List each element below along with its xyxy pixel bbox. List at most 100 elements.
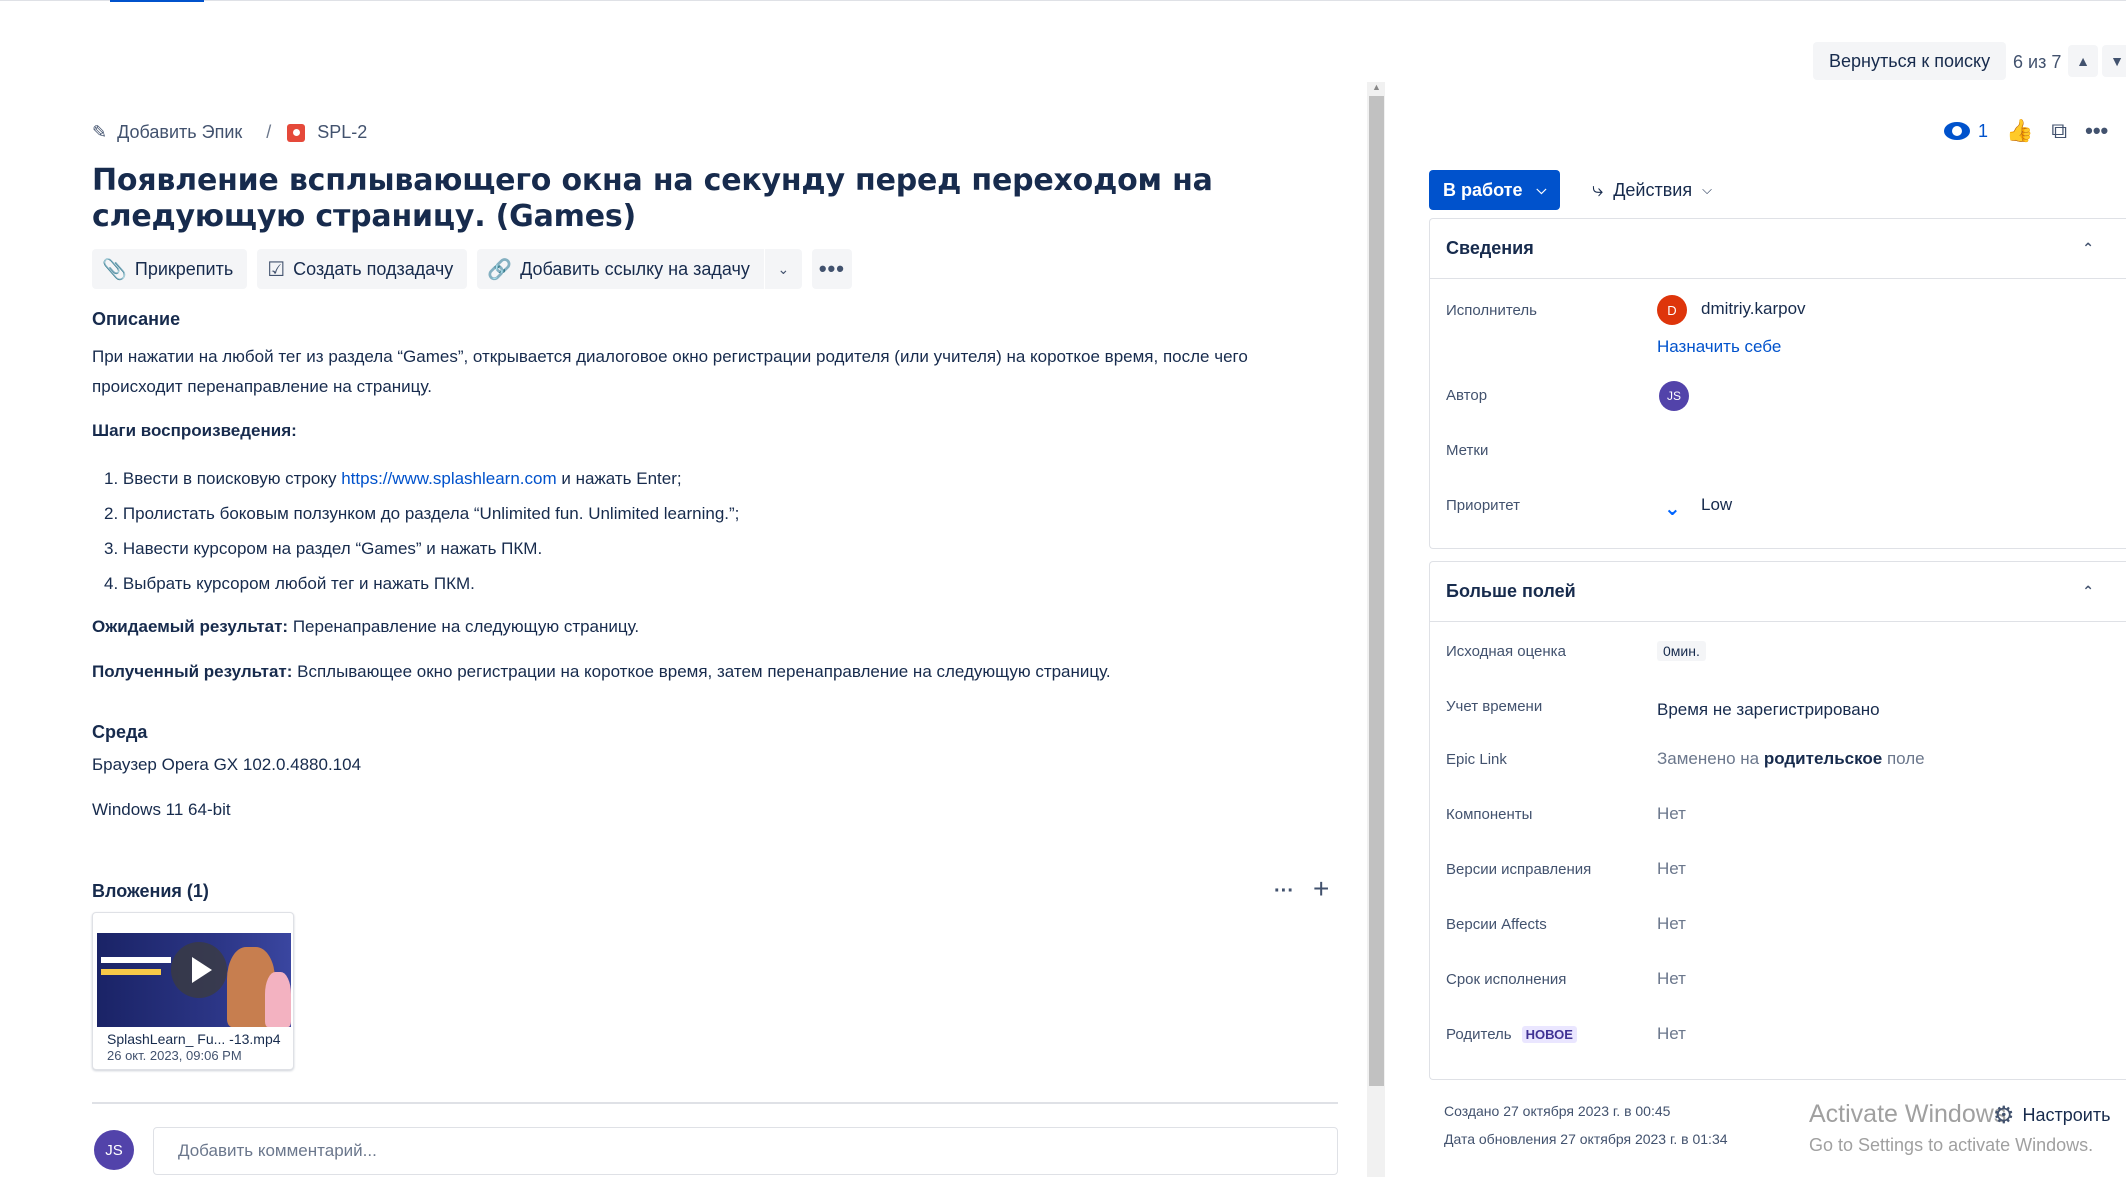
more-actions-button[interactable]: ••• [811,249,852,289]
more-fields-heading: Больше полей [1446,581,1576,601]
components-value[interactable]: Нет [1657,804,1686,824]
lightning-icon: ⤷ [1592,178,1604,201]
thumbnail-child-figure [265,972,291,1027]
expected-result-label: Ожидаемый результат: [92,617,289,636]
status-button[interactable]: В работе ⌵ [1429,170,1561,210]
link-dropdown-button[interactable]: ⌄ [763,249,802,289]
more-fields-panel: Больше полей ⌃ [1429,561,2126,1080]
epic-link-text-end: поле [1882,749,1925,768]
actions-label: Действия [1613,179,1693,200]
back-to-search-button[interactable]: Вернуться к поиску [1813,42,2007,80]
chevron-up-icon[interactable]: ⌃ [2082,583,2094,600]
environment-browser[interactable]: Браузер Opera GX 102.0.4880.104 [92,750,361,780]
description-text[interactable]: При нажатии на любой тег из раздела “Gam… [92,342,1332,402]
link-icon: 🔗 [487,258,513,281]
bug-icon [287,123,306,142]
due-date-value[interactable]: Нет [1657,969,1686,989]
watchers-count: 1 [1978,120,1989,141]
new-badge: НОВОЕ [1521,1026,1577,1043]
breadcrumb-separator: / [266,122,272,142]
status-label: В работе [1443,179,1523,200]
windows-activation-watermark: Activate Windows [1809,1100,2007,1128]
environment-os[interactable]: Windows 11 64-bit [92,795,231,825]
reporter-label: Автор [1446,387,1488,404]
thumbnail-headline [101,957,171,963]
top-border [0,0,2126,1]
description-line-2: происходит перенаправление на страницу. [92,377,432,396]
assignee-name[interactable]: dmitriy.karpov [1701,299,1806,319]
add-attachment-button[interactable]: + [1313,873,1329,905]
step-item: 2. Пролистать боковым ползунком до разде… [104,504,740,523]
chevron-down-icon: ▼ [2110,53,2124,69]
avatar[interactable]: D [1657,295,1687,325]
parent-value[interactable]: Нет [1657,1024,1686,1044]
attachments-more-button[interactable]: ··· [1274,880,1294,903]
thumbs-up-icon[interactable]: 👍 [2006,118,2033,144]
more-icon[interactable]: ••• [2085,118,2108,144]
updated-date: Дата обновления 27 октября 2023 г. в 01:… [1444,1131,1728,1147]
priority-low-icon: ⌄ [1664,498,1681,520]
configure-button[interactable]: ⚙ Настроить [1993,1101,2110,1130]
issue-toolbar: 📎 Прикрепить ☑ Создать подзадачу 🔗 Добав… [92,249,852,289]
next-issue-button[interactable]: ▼ [2102,45,2126,77]
components-label: Компоненты [1446,806,1533,823]
fix-versions-value[interactable]: Нет [1657,859,1686,879]
environment-heading: Среда [92,722,148,742]
splashlearn-link[interactable]: https://www.splashlearn.com [341,469,556,488]
actual-result: Полученный результат: Всплывающее окно р… [92,657,1111,687]
add-epic-link[interactable]: ✎ Добавить Эпик [92,122,242,143]
details-header[interactable]: Сведения ⌃ [1430,219,2126,279]
actions-button[interactable]: ⤷ Действия ⌵ [1582,170,1722,210]
comment-input[interactable]: Добавить комментарий... [153,1127,1338,1175]
time-tracking-value[interactable]: Время не зарегистрировано [1657,700,1880,720]
avatar[interactable]: JS [1659,381,1689,411]
attachment-card[interactable]: SplashLearn_ Fu... -13.mp4 26 окт. 2023,… [92,912,294,1070]
issue-title[interactable]: Появление всплывающего окна на секунду п… [92,163,1352,235]
link-issue-group: 🔗 Добавить ссылку на задачу ⌄ [477,249,802,289]
estimate-value[interactable]: 0мин. [1657,641,1706,661]
avatar: JS [94,1130,134,1170]
priority-value[interactable]: Low [1701,495,1732,515]
chevron-up-icon: ▲ [2076,53,2090,69]
created-date: Создано 27 октября 2023 г. в 00:45 [1444,1103,1671,1119]
affects-versions-value[interactable]: Нет [1657,914,1686,934]
parent-label-text: Родитель [1446,1026,1512,1043]
scrollbar-up-arrow[interactable]: ▲ [1369,82,1384,96]
actual-result-text: Всплывающее окно регистрации на короткое… [292,662,1111,681]
assign-to-me-link[interactable]: Назначить себе [1657,337,1781,357]
attach-button[interactable]: 📎 Прикрепить [92,249,248,289]
steps-list: 1. Ввести в поисковую строку https://www… [104,461,739,601]
pager-indicator: 6 из 7 [2013,52,2062,72]
play-icon[interactable] [171,942,227,998]
steps-heading: Шаги воспроизведения: [92,421,297,440]
thumbnail-subheadline [101,969,161,975]
attach-label: Прикрепить [134,258,234,279]
active-tab-indicator [110,0,204,2]
issue-key-link[interactable]: SPL-2 [287,122,367,143]
configure-label: Настроить [2022,1105,2111,1125]
more-fields-header[interactable]: Больше полей ⌃ [1430,562,2126,622]
scrollbar-thumb[interactable] [1369,96,1384,1086]
thumbnail-navbar [97,917,291,933]
create-subtask-button[interactable]: ☑ Создать подзадачу [257,249,468,289]
affects-versions-label: Версии Affects [1446,916,1547,933]
estimate-label: Исходная оценка [1446,643,1566,660]
pencil-icon: ✎ [92,122,108,142]
more-icon: ••• [818,256,845,281]
add-link-button[interactable]: 🔗 Добавить ссылку на задачу [477,249,764,289]
expected-result: Ожидаемый результат: Перенаправление на … [92,612,639,642]
due-date-label: Срок исполнения [1446,971,1567,988]
attachment-filename: SplashLearn_ Fu... -13.mp4 [107,1031,281,1047]
video-thumbnail [97,917,291,1027]
gear-icon: ⚙ [1993,1102,2015,1129]
step-item: 4. Выбрать курсором любой тег и нажать П… [104,574,475,593]
previous-issue-button[interactable]: ▲ [2068,45,2098,77]
chevron-up-icon[interactable]: ⌃ [2082,240,2094,257]
details-heading: Сведения [1446,238,1534,258]
share-icon[interactable]: ⧉ [2051,118,2067,144]
watch-button[interactable]: 1 [1944,121,1988,142]
create-subtask-label: Создать подзадачу [293,258,454,279]
chevron-down-icon: ⌵ [1536,182,1547,197]
breadcrumb: ✎ Добавить Эпик / SPL-2 [92,122,367,143]
add-epic-label: Добавить Эпик [117,122,243,142]
